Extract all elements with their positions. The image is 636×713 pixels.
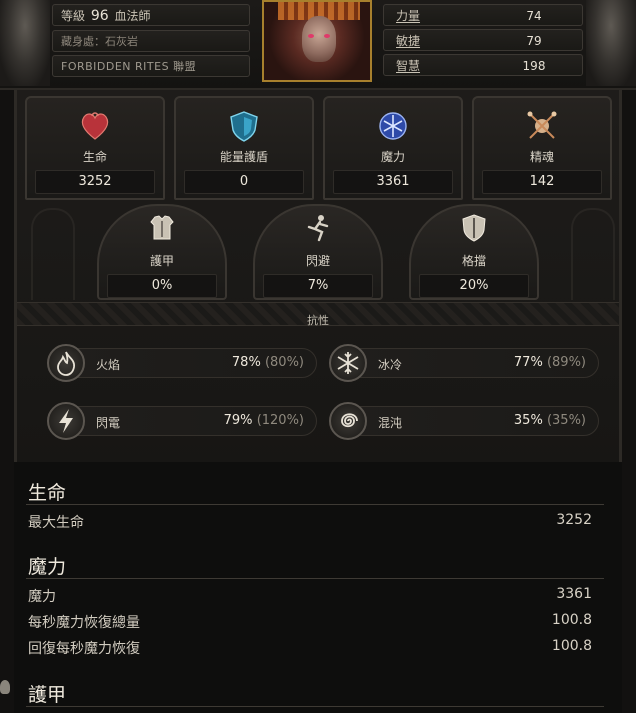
stat-value: 3252 [35,170,155,194]
stats-panel: 生命 3252 能量護盾 0 魔力 3361 精魂 142 護甲 0% 閃避 7… [14,90,622,470]
detail-row-mana-regen-total: 每秒魔力恢復總量 100.8 [28,612,592,632]
stat-value: 20% [419,274,529,298]
attribute-strength[interactable]: 力量 74 [383,4,583,26]
guild-name: FORBIDDEN RITES [61,60,170,73]
class-name: 血法師 [114,9,151,23]
detail-value: 100.8 [551,612,592,628]
resistance-value: 77% (89%) [513,355,586,370]
stat-life[interactable]: 生命 3252 [25,96,165,200]
resistance-label: 混沌 [378,416,403,430]
attribute-value: 79 [526,34,542,48]
arch-decoration [571,208,615,300]
attribute-label: 敏捷 [396,34,421,48]
stat-value: 3361 [333,170,453,194]
resistance-fire[interactable]: 火焰 78% (80%) [61,348,317,378]
guild-suffix: 聯盟 [173,60,197,73]
stat-label: 護甲 [149,254,174,268]
stash-row: 藏身處：石灰岩 [52,30,250,52]
section-divider [26,578,604,579]
spirit-icon [527,111,557,139]
stat-label: 魔力 [380,150,405,164]
resistance-cold[interactable]: 冰冷 77% (89%) [343,348,599,378]
resistance-label: 閃電 [96,416,121,430]
evasion-icon [307,215,329,242]
statue-decoration-left [0,0,50,86]
mana-icon [379,112,407,140]
attribute-label: 力量 [396,9,421,23]
level-label: 等級 [61,9,86,23]
stat-energy-shield[interactable]: 能量護盾 0 [174,96,314,200]
stat-label: 格擋 [461,254,486,268]
detail-label: 回復每秒魔力恢復 [28,641,140,657]
resistance-lightning[interactable]: 閃電 79% (120%) [61,406,317,436]
character-header: 等級 96 血法師 藏身處：石灰岩 FORBIDDEN RITES 聯盟 力量 … [0,0,636,90]
detail-label: 每秒魔力恢復總量 [28,615,140,631]
detail-list[interactable]: 生命 最大生命 3252 魔力 魔力 3361 每秒魔力恢復總量 100.8 回… [14,462,622,713]
detail-label: 最大生命 [28,515,84,531]
detail-row-mana: 魔力 3361 [28,586,592,606]
resistance-label: 火焰 [96,358,121,372]
detail-value: 3361 [556,586,592,602]
fire-icon [47,344,85,382]
stat-block[interactable]: 格擋 20% [409,204,539,300]
section-title-life: 生命 [28,482,67,504]
stat-armour[interactable]: 護甲 0% [97,204,227,300]
attribute-dexterity[interactable]: 敏捷 79 [383,29,583,51]
stat-value: 142 [482,170,602,194]
stat-label: 閃避 [305,254,330,268]
stat-label: 能量護盾 [219,150,268,164]
attribute-intelligence[interactable]: 智慧 198 [383,54,583,76]
cold-icon [329,344,367,382]
attribute-value: 74 [526,9,542,23]
stash-label: 藏身處：石灰岩 [61,35,138,48]
portrait-eye-left [308,34,314,38]
level-class-row: 等級 96 血法師 [52,4,250,26]
detail-value: 3252 [556,512,592,528]
armour-icon [150,215,174,240]
stat-evasion[interactable]: 閃避 7% [253,204,383,300]
detail-value: 100.8 [551,638,592,654]
detail-label: 魔力 [28,589,56,605]
skull-decoration [0,680,10,694]
stat-label: 生命 [82,150,107,164]
portrait-face [302,16,336,62]
section-divider [26,504,604,505]
stat-value: 0 [184,170,304,194]
stat-spirit[interactable]: 精魂 142 [472,96,612,200]
chaos-icon [329,402,367,440]
level-value: 96 [90,8,109,24]
stat-mana[interactable]: 魔力 3361 [323,96,463,200]
resistance-chaos[interactable]: 混沌 35% (35%) [343,406,599,436]
resistance-value: 35% (35%) [513,413,586,428]
resistance-title: 抗性 [307,314,329,327]
detail-row-max-life: 最大生命 3252 [28,512,592,532]
section-title-armour: 護甲 [28,684,67,706]
stat-value: 7% [263,274,373,298]
section-divider [26,706,604,707]
stat-label: 精魂 [529,150,554,164]
resistance-value: 78% (80%) [231,355,304,370]
guild-row[interactable]: FORBIDDEN RITES 聯盟 [52,55,250,77]
block-icon [462,214,486,242]
shield-icon [230,111,258,142]
resistance-label: 冰冷 [378,358,403,372]
attribute-label: 智慧 [396,59,421,73]
lightning-icon [47,402,85,440]
statue-decoration-right [586,0,636,86]
character-portrait[interactable] [262,0,372,82]
heart-icon [81,112,109,140]
portrait-eye-right [324,34,330,38]
attribute-value: 198 [522,59,546,73]
resistance-value: 79% (120%) [223,413,304,428]
stat-value: 0% [107,274,217,298]
arch-decoration [31,208,75,300]
section-title-mana: 魔力 [28,556,67,578]
detail-row-mana-regen: 回復每秒魔力恢復 100.8 [28,638,592,658]
